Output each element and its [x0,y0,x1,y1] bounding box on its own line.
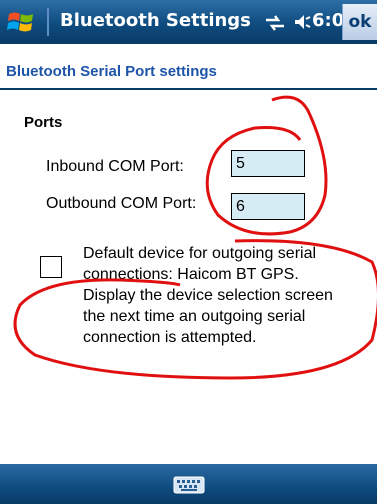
description-line: Default device for outgoing serial [83,245,317,262]
device-screen: Bluetooth Settings 6:05 ok Bluetooth Ser… [0,0,377,504]
ports-section-label: Ports [24,114,63,131]
outbound-com-port-label: Outbound COM Port: [46,195,197,212]
page-title: Bluetooth Serial Port settings [6,63,217,80]
inbound-com-port-label: Inbound COM Port: [46,158,184,175]
volume-icon[interactable] [294,13,312,31]
description-line: connections: Haicom BT GPS. [83,266,299,283]
title-separator [47,8,49,36]
default-device-checkbox[interactable] [40,256,62,278]
keyboard-icon[interactable] [173,475,205,495]
window-title: Bluetooth Settings [60,10,251,31]
page-header: Bluetooth Serial Port settings [0,44,377,90]
windows-start-icon[interactable] [6,6,38,38]
soft-key-bar [0,464,377,504]
settings-panel: Ports Inbound COM Port: 5 Outbound COM P… [0,90,377,464]
ok-button[interactable]: ok [342,4,377,40]
description-line: Display the device selection screen [83,287,333,304]
title-bar: Bluetooth Settings 6:05 ok [0,0,377,44]
default-device-description[interactable]: Default device for outgoing serial conne… [83,243,373,348]
outbound-com-port-field[interactable]: 6 [231,193,305,220]
description-line: the next time an outgoing serial [83,308,306,325]
connectivity-icon[interactable] [264,14,286,32]
description-line: connection is attempted. [83,329,257,346]
inbound-com-port-field[interactable]: 5 [231,150,305,177]
